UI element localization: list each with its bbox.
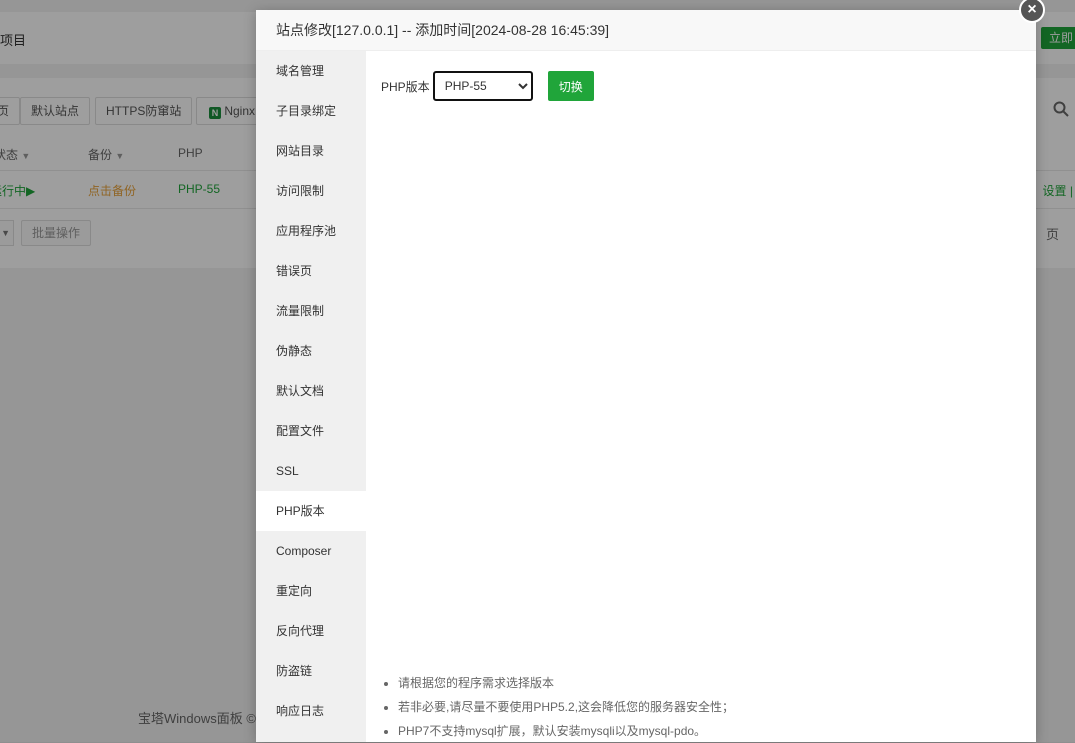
nav-item-default-doc[interactable]: 默认文档 [256, 371, 366, 411]
dialog-side-nav: 域名管理 子目录绑定 网站目录 访问限制 应用程序池 错误页 流量限制 伪静态 … [256, 51, 366, 742]
nav-item-access-limit[interactable]: 访问限制 [256, 171, 366, 211]
nav-item-site-directory[interactable]: 网站目录 [256, 131, 366, 171]
nav-item-reverse-proxy[interactable]: 反向代理 [256, 611, 366, 651]
php-version-label: PHP版本 [381, 79, 430, 94]
nav-item-error-page[interactable]: 错误页 [256, 251, 366, 291]
nav-item-config-file[interactable]: 配置文件 [256, 411, 366, 451]
list-item: PHP7不支持mysql扩展，默认安装mysqli以及mysql-pdo。 [398, 719, 734, 743]
nav-item-php-version[interactable]: PHP版本 [256, 491, 366, 531]
nav-item-app-pool[interactable]: 应用程序池 [256, 211, 366, 251]
nav-item-rewrite[interactable]: 伪静态 [256, 331, 366, 371]
nav-item-subdir-binding[interactable]: 子目录绑定 [256, 91, 366, 131]
nav-item-hotlink-protection[interactable]: 防盗链 [256, 651, 366, 691]
list-item: 若非必要,请尽量不要使用PHP5.2,这会降低您的服务器安全性； [398, 695, 734, 719]
php-version-row: PHP版本 PHP-55 切换 [381, 71, 594, 101]
nav-item-composer[interactable]: Composer [256, 531, 366, 571]
dialog-title: 站点修改[127.0.0.1] -- 添加时间[2024-08-28 16:45… [256, 10, 1036, 51]
php-version-panel: PHP版本 PHP-55 切换 请根据您的程序需求选择版本 若非必要,请尽量不要… [366, 51, 1036, 742]
switch-button[interactable]: 切换 [547, 71, 594, 101]
tips-list: 请根据您的程序需求选择版本 若非必要,请尽量不要使用PHP5.2,这会降低您的服… [381, 671, 734, 743]
php-version-select[interactable]: PHP-55 [432, 71, 533, 101]
nav-item-ssl[interactable]: SSL [256, 451, 366, 491]
nav-item-traffic-limit[interactable]: 流量限制 [256, 291, 366, 331]
site-edit-dialog: 站点修改[127.0.0.1] -- 添加时间[2024-08-28 16:45… [256, 10, 1036, 742]
nav-item-redirect[interactable]: 重定向 [256, 571, 366, 611]
nav-item-response-log[interactable]: 响应日志 [256, 691, 366, 731]
close-icon-glyph: × [1027, 1, 1037, 18]
nav-item-domain[interactable]: 域名管理 [256, 51, 366, 91]
list-item: 请根据您的程序需求选择版本 [398, 671, 734, 695]
